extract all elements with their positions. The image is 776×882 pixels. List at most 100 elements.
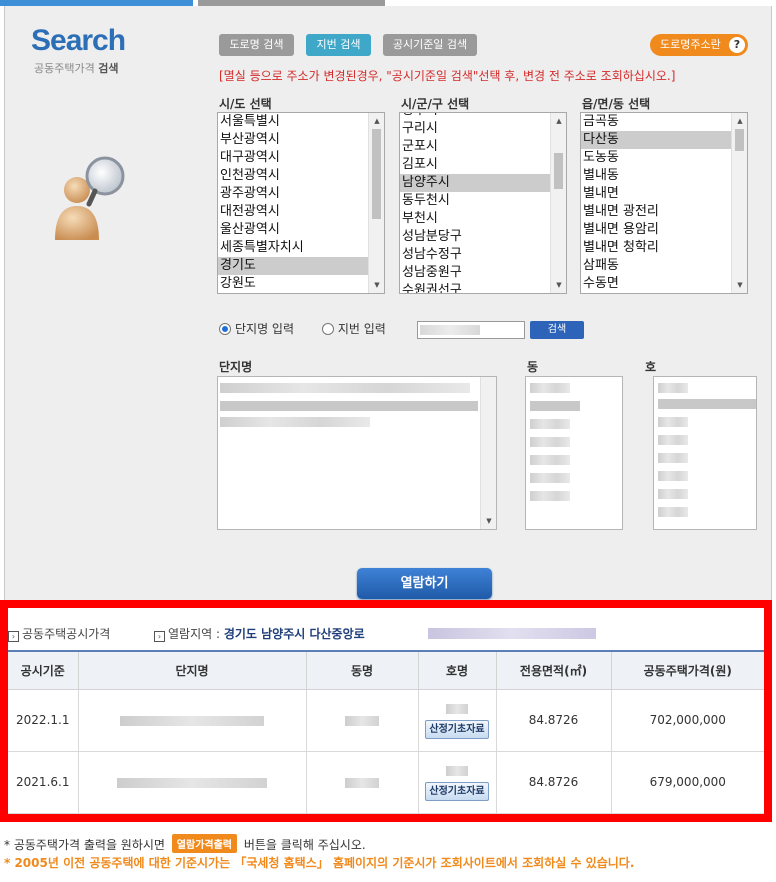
scroll-down-icon[interactable]: ▼ — [481, 514, 496, 528]
logo-title: Search — [31, 24, 126, 57]
scroll-up-icon[interactable]: ▲ — [369, 114, 384, 128]
cell-unit: 산정기초자료 — [418, 689, 497, 752]
redacted-building — [345, 777, 379, 788]
complex-scrollbar[interactable]: ▼ — [480, 377, 496, 529]
date-search-tab[interactable]: 공시기준일 검색 — [383, 34, 477, 56]
list-item[interactable]: 별내면 용암리 — [581, 221, 747, 239]
scroll-down-icon[interactable]: ▼ — [732, 278, 747, 292]
cell-building — [306, 689, 419, 752]
sido-scrollbar[interactable]: ▲ ▼ — [368, 113, 384, 293]
list-item[interactable]: 대전광역시 — [218, 203, 384, 221]
list-item[interactable]: 구리시 — [400, 120, 566, 138]
logo-subtitle-prefix: 공동주택가격 — [34, 62, 95, 75]
list-item[interactable]: 세종특별자치시 — [218, 239, 384, 257]
list-item[interactable]: 대구광역시 — [218, 149, 384, 167]
redacted-row — [658, 435, 688, 445]
list-item[interactable]: 광주시 — [400, 113, 566, 120]
scroll-thumb[interactable] — [372, 129, 381, 219]
list-item[interactable]: 수원권선구 — [400, 282, 566, 293]
jibun-radio[interactable] — [321, 323, 334, 335]
search-button[interactable]: 검색 — [530, 321, 584, 339]
unit-listbox[interactable] — [653, 376, 757, 530]
list-item-selected[interactable]: 다산동 — [581, 131, 747, 149]
sigungu-scrollbar[interactable]: ▲ ▼ — [550, 113, 566, 293]
redacted-row — [658, 471, 688, 481]
logo-subtitle-bold: 검색 — [98, 62, 119, 75]
list-item[interactable]: 금곡동 — [581, 113, 747, 131]
list-item[interactable]: 별내면 광전리 — [581, 203, 747, 221]
list-item-selected[interactable]: 경기도 — [218, 257, 384, 275]
list-item[interactable]: 성남중원구 — [400, 264, 566, 282]
redacted-address — [428, 628, 596, 639]
list-item[interactable]: 군포시 — [400, 138, 566, 156]
redacted-complex — [120, 715, 264, 726]
view-button[interactable]: 열람하기 — [357, 568, 492, 599]
list-item[interactable]: 광주광역시 — [218, 185, 384, 203]
list-item[interactable]: 서울특별시 — [218, 113, 384, 131]
redacted-building — [345, 715, 379, 726]
list-item[interactable]: 인천광역시 — [218, 167, 384, 185]
redacted-row — [220, 417, 370, 427]
list-item[interactable]: 수동면 — [581, 275, 747, 293]
dong-listbox[interactable]: 금곡동 다산동 도농동 별내동 별내면 별내면 광전리 별내면 용암리 별내면 … — [580, 112, 748, 294]
complex-radio[interactable] — [219, 323, 231, 335]
scroll-down-icon[interactable]: ▼ — [551, 278, 566, 292]
list-item[interactable]: 별내면 청학리 — [581, 239, 747, 257]
calc-basis-button[interactable]: 산정기초자료 — [425, 781, 489, 801]
redacted-row — [658, 453, 688, 463]
list-item[interactable]: 부산광역시 — [218, 131, 384, 149]
print-price-button[interactable]: 열람가격출력 — [171, 834, 237, 853]
list-item[interactable]: 삼패동 — [581, 257, 747, 275]
list-item[interactable]: 별내동 — [581, 167, 747, 185]
list-item[interactable]: 울산광역시 — [218, 221, 384, 239]
cell-complex — [78, 689, 307, 752]
col-complex: 단지명 — [78, 650, 307, 690]
redacted-row — [220, 383, 470, 393]
scroll-thumb[interactable] — [554, 153, 563, 189]
result-section: › 공동주택공시가격 › 열람지역 : 경기도 남양주시 다산중앙로 공시기준 단지… — [0, 600, 772, 822]
redacted-unit — [446, 766, 468, 776]
print-notice: * 공동주택가격 출력을 원하시면 열람가격출력 버튼을 클릭해 주십시오. — [4, 834, 366, 853]
complex-search-input[interactable] — [417, 321, 525, 339]
result-table: 공시기준 단지명 동명 호명 전용면적(㎡) 공동주택가격(원) 2022.1.… — [8, 650, 764, 814]
sido-listbox[interactable]: 서울특별시 부산광역시 대구광역시 인천광역시 광주광역시 대전광역시 울산광역… — [217, 112, 385, 294]
scroll-down-icon[interactable]: ▼ — [369, 278, 384, 292]
building-label: 동 — [527, 360, 539, 374]
complex-radio-label[interactable]: 단지명 입력 — [235, 322, 294, 336]
list-item[interactable]: 성남분당구 — [400, 228, 566, 246]
road-search-tab[interactable]: 도로명 검색 — [219, 34, 294, 56]
list-item[interactable]: 부천시 — [400, 210, 566, 228]
bullet-icon: › — [154, 631, 165, 642]
scroll-up-icon[interactable]: ▲ — [732, 114, 747, 128]
jibun-radio-label[interactable]: 지번 입력 — [338, 322, 386, 336]
cell-area: 84.8726 — [496, 689, 612, 752]
complex-listbox[interactable]: ▼ — [217, 376, 497, 530]
road-address-help-button[interactable]: 도로명주소란 ? — [650, 34, 748, 56]
list-item[interactable]: 강원도 — [218, 275, 384, 293]
list-item[interactable]: 도농동 — [581, 149, 747, 167]
scroll-up-icon[interactable]: ▲ — [551, 114, 566, 128]
result-title: › 공동주택공시가격 — [8, 625, 110, 642]
scroll-thumb[interactable] — [735, 129, 744, 151]
building-listbox[interactable] — [525, 376, 623, 530]
redacted-row — [658, 507, 688, 517]
sigungu-listbox[interactable]: 광주시 구리시 군포시 김포시 남양주시 동두천시 부천시 성남분당구 성남수정… — [399, 112, 567, 294]
list-item-selected[interactable]: 남양주시 — [400, 174, 566, 192]
list-item[interactable]: 동두천시 — [400, 192, 566, 210]
print-notice-before: * 공동주택가격 출력을 원하시면 — [4, 838, 165, 852]
redacted-row — [530, 383, 570, 393]
jibun-search-tab[interactable]: 지번 검색 — [306, 34, 371, 56]
print-notice-after: 버튼을 클릭해 주십시오. — [243, 838, 366, 852]
address-change-notice: [멸실 등으로 주소가 변경된경우, "공시기준일 검색"선택 후, 변경 전 … — [219, 69, 676, 83]
calc-basis-button[interactable]: 산정기초자료 — [425, 719, 489, 739]
list-item[interactable]: 성남수정구 — [400, 246, 566, 264]
cell-unit: 산정기초자료 — [418, 751, 497, 814]
sido-label: 시/도 선택 — [219, 97, 272, 111]
dong-scrollbar[interactable]: ▲ ▼ — [731, 113, 747, 293]
list-item[interactable]: 김포시 — [400, 156, 566, 174]
list-item[interactable]: 별내면 — [581, 185, 747, 203]
cell-area: 84.8726 — [496, 751, 612, 814]
hometax-notice: * 2005년 이전 공동주택에 대한 기준시가는 「국세청 홈택스」 홈페이지… — [4, 856, 635, 870]
col-unit: 호명 — [418, 650, 497, 690]
view-area-value: 경기도 남양주시 다산중앙로 — [223, 627, 365, 641]
